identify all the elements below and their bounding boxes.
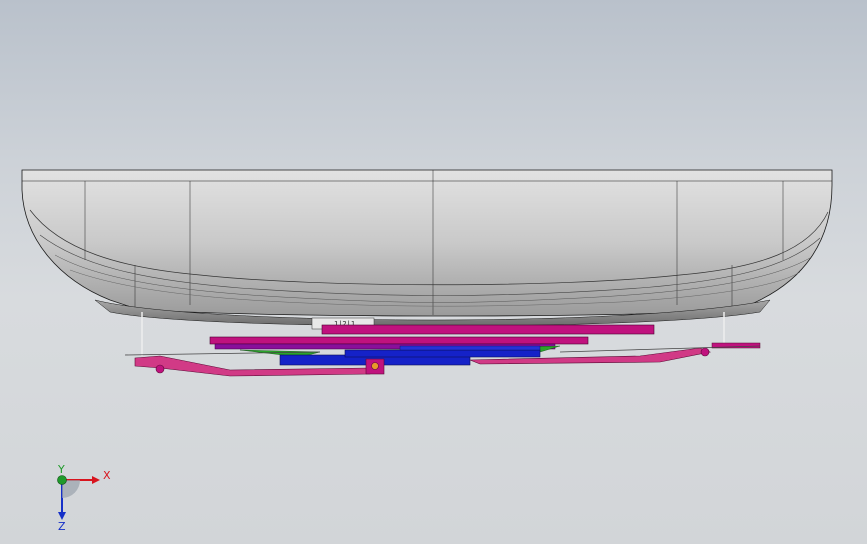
blue-strip[interactable] (399, 345, 541, 351)
z-axis-label: Z (58, 520, 66, 532)
y-axis-origin-icon (57, 475, 67, 485)
center-pivot-pin[interactable] (371, 362, 379, 370)
undercarriage-assembly[interactable] (124, 324, 761, 377)
hull-body[interactable] (21, 169, 833, 317)
model-graphics[interactable]: 1|2|1 (0, 0, 867, 544)
top-plate[interactable] (321, 324, 655, 335)
blue-beam-upper[interactable] (344, 349, 541, 358)
middle-plate[interactable] (209, 336, 589, 345)
y-axis-label: Y (57, 463, 65, 476)
x-axis-label: X (103, 469, 111, 482)
z-axis-arrow-icon (58, 512, 66, 520)
tie-rod (559, 345, 761, 353)
left-pivot[interactable] (155, 364, 165, 374)
cad-viewport[interactable]: 1|2|1 X Y Z (0, 0, 867, 544)
right-pivot[interactable] (700, 347, 710, 357)
coordinate-triad: X Y Z (57, 463, 111, 532)
x-axis-arrow-icon (92, 476, 100, 484)
